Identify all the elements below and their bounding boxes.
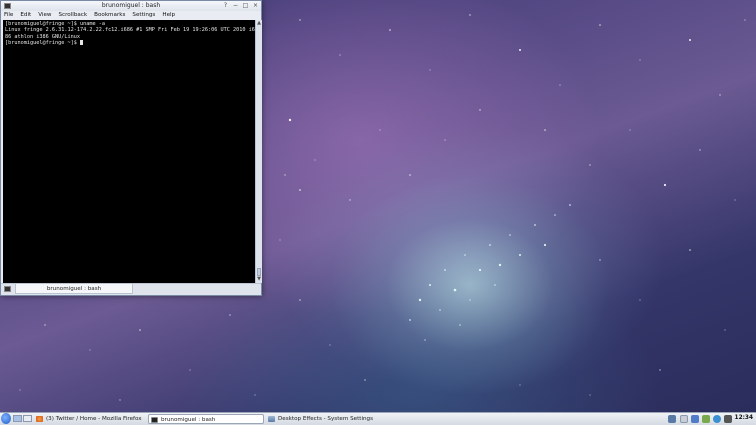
task-firefox[interactable]: (3) Twitter / Home - Mozilla Firefox — [34, 414, 146, 424]
text-cursor — [79, 40, 83, 46]
maximize-icon[interactable]: □ — [242, 2, 249, 9]
menu-settings[interactable]: Settings — [132, 11, 159, 20]
window-titlebar[interactable]: brunomiguel : bash ? − □ × — [1, 1, 261, 11]
menu-view[interactable]: View — [38, 11, 55, 20]
new-tab-icon[interactable] — [4, 286, 11, 292]
menu-bookmarks[interactable]: Bookmarks — [94, 11, 129, 20]
scroll-down-icon[interactable]: ▼ — [256, 276, 262, 283]
updates-icon[interactable] — [702, 415, 710, 423]
terminal-icon — [151, 417, 158, 423]
kde-menu-icon[interactable] — [1, 413, 11, 424]
terminal-window: brunomiguel : bash ? − □ × File Edit Vie… — [0, 0, 262, 296]
terminal-tab[interactable]: brunomiguel : bash — [15, 284, 133, 294]
terminal-scrollbar[interactable]: ▲ ▼ — [255, 20, 262, 283]
desktop-pager-2[interactable] — [23, 415, 32, 422]
terminal-prompt-line: [brunomiguel@fringe ~]$ — [5, 40, 253, 46]
task-system-settings[interactable]: Desktop Effects - System Settings — [266, 414, 386, 424]
network-icon[interactable] — [691, 415, 699, 423]
clock[interactable]: 12:34 — [735, 413, 753, 424]
menu-help[interactable]: Help — [162, 11, 179, 20]
task-label: Desktop Effects - System Settings — [278, 416, 374, 422]
task-terminal[interactable]: brunomiguel : bash — [148, 414, 264, 424]
firefox-icon — [36, 416, 43, 422]
scrollbar-thumb[interactable] — [257, 268, 261, 276]
clipboard-icon[interactable] — [668, 415, 676, 423]
settings-icon — [268, 416, 275, 422]
minimize-icon[interactable]: − — [232, 2, 239, 9]
terminal-output[interactable]: [brunomiguel@fringe ~]$ uname -a Linux fr… — [3, 20, 255, 283]
close-icon[interactable]: × — [252, 2, 259, 9]
terminal-prompt: [brunomiguel@fringe ~]$ — [5, 40, 80, 47]
menu-edit[interactable]: Edit — [20, 11, 35, 20]
battery-icon[interactable] — [724, 415, 732, 423]
menu-file[interactable]: File — [4, 11, 17, 20]
help-icon[interactable]: ? — [222, 2, 229, 9]
terminal-icon[interactable] — [4, 3, 11, 9]
task-label: brunomiguel : bash — [161, 417, 216, 423]
terminal-tab-bar: brunomiguel : bash — [1, 283, 261, 295]
desktop-pager-1[interactable] — [13, 415, 22, 422]
task-label: (3) Twitter / Home - Mozilla Firefox — [46, 416, 142, 422]
window-title: brunomiguel : bash — [101, 2, 161, 9]
device-notifier-icon[interactable] — [680, 415, 688, 423]
taskbar: (3) Twitter / Home - Mozilla Firefox bru… — [0, 412, 756, 425]
scroll-up-icon[interactable]: ▲ — [256, 20, 262, 27]
menu-bar: File Edit View Scrollback Bookmarks Sett… — [1, 11, 261, 20]
terminal-line: Linux fringe 2.6.31.12-174.2.22.fc12.i68… — [5, 27, 255, 34]
menu-scrollback[interactable]: Scrollback — [59, 11, 92, 20]
volume-icon[interactable] — [713, 415, 721, 423]
